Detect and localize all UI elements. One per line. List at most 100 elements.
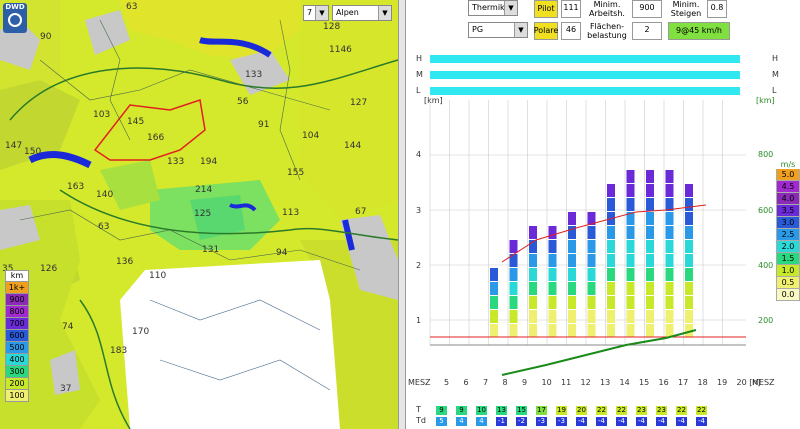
thermal-strength-cell bbox=[646, 184, 654, 197]
panel-splitter[interactable] bbox=[398, 0, 406, 429]
region-number[interactable]: 131 bbox=[202, 245, 219, 255]
region-number[interactable]: 126 bbox=[40, 264, 57, 274]
thermal-strength-cell bbox=[490, 282, 498, 295]
region-number[interactable]: 155 bbox=[287, 168, 304, 178]
region-number[interactable]: 183 bbox=[110, 346, 127, 356]
thermal-strength-cell bbox=[509, 268, 518, 281]
thermal-strength-cell bbox=[607, 226, 615, 239]
legend-title: km bbox=[5, 270, 29, 282]
region-number[interactable]: 74 bbox=[62, 322, 73, 332]
thermal-strength-cell bbox=[568, 212, 576, 225]
region-number[interactable]: 147 bbox=[5, 141, 22, 151]
region-number[interactable]: 140 bbox=[96, 190, 113, 200]
thermal-strength-cell bbox=[587, 254, 596, 267]
region-number[interactable]: 94 bbox=[276, 248, 287, 258]
temperature-cell: 15 bbox=[516, 406, 527, 415]
thermal-strength-cell bbox=[548, 282, 557, 295]
thermal-strength-cell bbox=[607, 282, 615, 295]
region-number[interactable]: 1146 bbox=[329, 45, 352, 55]
region-number[interactable]: 113 bbox=[282, 208, 299, 218]
temperature-cell: 22 bbox=[696, 406, 707, 415]
thermal-strength-cell bbox=[548, 310, 557, 323]
thermal-strength-cell bbox=[607, 240, 615, 253]
region-number[interactable]: 133 bbox=[245, 70, 262, 80]
region-number[interactable]: 194 bbox=[200, 157, 217, 167]
region-number[interactable]: 170 bbox=[132, 327, 149, 337]
hour-tick: 19 bbox=[717, 378, 728, 387]
x-axis-label-left: MESZ bbox=[408, 378, 431, 387]
dewpoint-cell: 4 bbox=[456, 417, 467, 426]
thermal-strength-cell bbox=[685, 296, 693, 309]
thermal-strength-cell bbox=[646, 170, 654, 183]
hour-tick: 14 bbox=[619, 378, 630, 387]
dewpoint-cell: -4 bbox=[576, 417, 587, 426]
ms-scale-item: 2.0 bbox=[776, 241, 800, 253]
legend-item: 1k+ bbox=[5, 282, 29, 294]
thermal-strength-cell bbox=[646, 240, 654, 253]
thermal-strength-cell bbox=[587, 226, 596, 239]
region-number[interactable]: 103 bbox=[93, 110, 110, 120]
thermal-strength-cell bbox=[568, 282, 576, 295]
thermal-strength-cell bbox=[646, 268, 654, 281]
region-number[interactable]: 37 bbox=[60, 384, 71, 394]
thermal-strength-cell bbox=[665, 324, 674, 337]
thermal-strength-cell bbox=[587, 310, 596, 323]
thermal-strength-cell bbox=[626, 324, 635, 337]
hour-tick: 17 bbox=[678, 378, 689, 387]
thermal-strength-cell bbox=[509, 324, 518, 337]
region-number[interactable]: 127 bbox=[350, 98, 367, 108]
thermal-strength-cell bbox=[607, 184, 615, 197]
thermal-strength-cell bbox=[665, 268, 674, 281]
chevron-down-icon[interactable]: ▼ bbox=[378, 6, 391, 20]
region-number[interactable]: 166 bbox=[147, 133, 164, 143]
thermal-strength-cell bbox=[665, 170, 674, 183]
thermal-strength-cell bbox=[607, 268, 615, 281]
hour-tick: 6 bbox=[463, 378, 469, 387]
region-number[interactable]: 90 bbox=[40, 32, 51, 42]
thermal-strength-cell bbox=[665, 212, 674, 225]
dewpoint-cell: -4 bbox=[676, 417, 687, 426]
region-number[interactable]: 63 bbox=[98, 222, 109, 232]
hour-tick: 15 bbox=[639, 378, 650, 387]
region-number[interactable]: 56 bbox=[237, 97, 248, 107]
thermal-strength-cell bbox=[529, 254, 537, 267]
region-number[interactable]: 214 bbox=[195, 185, 212, 195]
thermal-strength-cell bbox=[626, 282, 635, 295]
legend-item: 500 bbox=[5, 342, 29, 354]
region-number[interactable]: 63 bbox=[126, 2, 137, 12]
thermal-strength-cell bbox=[529, 268, 537, 281]
dewpoint-cell: -3 bbox=[536, 417, 547, 426]
region-select[interactable]: Alpen ▼ bbox=[332, 5, 392, 21]
td-row-label: Td bbox=[416, 416, 426, 425]
ms-scale-item: 5.0 bbox=[776, 169, 800, 181]
temperature-cell: 20 bbox=[576, 406, 587, 415]
region-number[interactable]: 67 bbox=[355, 207, 366, 217]
thermal-strength-cell bbox=[548, 296, 557, 309]
thermal-strength-cell bbox=[626, 268, 635, 281]
thermal-strength-cell bbox=[685, 226, 693, 239]
temperature-cell: 17 bbox=[536, 406, 547, 415]
day-select-value: 7 bbox=[307, 8, 313, 17]
thermal-strength-cell bbox=[685, 240, 693, 253]
day-select[interactable]: 7 ▼ bbox=[303, 5, 329, 21]
thermal-map[interactable]: DWD 7 ▼ Alpen ▼ 90 63 128 1146 133 127 56 … bbox=[0, 0, 398, 429]
hour-tick: 8 bbox=[502, 378, 508, 387]
thermal-strength-cell bbox=[568, 254, 576, 267]
region-number[interactable]: 150 bbox=[24, 147, 41, 157]
ms-scale-item: 2.5 bbox=[776, 229, 800, 241]
region-number[interactable]: 125 bbox=[194, 209, 211, 219]
region-number[interactable]: 110 bbox=[149, 271, 166, 281]
thermal-strength-cell bbox=[665, 296, 674, 309]
ms-scale-item: 0.5 bbox=[776, 277, 800, 289]
region-number[interactable]: 128 bbox=[323, 22, 340, 32]
ms-scale-item: 1.0 bbox=[776, 265, 800, 277]
chevron-down-icon[interactable]: ▼ bbox=[315, 6, 328, 20]
region-number[interactable]: 133 bbox=[167, 157, 184, 167]
thermal-strength-cell bbox=[568, 296, 576, 309]
region-number[interactable]: 91 bbox=[258, 120, 269, 130]
region-number[interactable]: 145 bbox=[127, 117, 144, 127]
region-number[interactable]: 104 bbox=[302, 131, 319, 141]
region-number[interactable]: 144 bbox=[344, 141, 361, 151]
region-number[interactable]: 136 bbox=[116, 257, 133, 267]
region-number[interactable]: 163 bbox=[67, 182, 84, 192]
